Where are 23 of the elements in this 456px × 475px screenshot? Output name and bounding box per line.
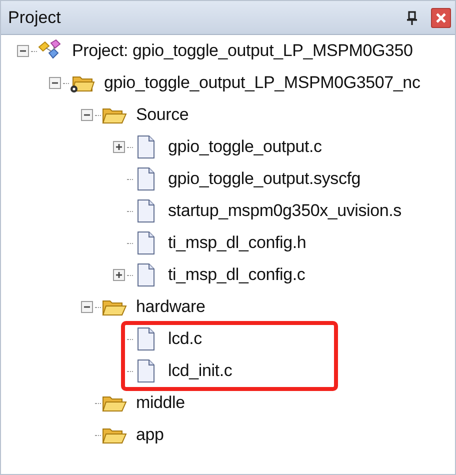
panel-title: Project xyxy=(8,8,62,28)
expand-icon[interactable] xyxy=(113,141,125,153)
tree-item-label[interactable]: startup_mspm0g350x_uvision.s xyxy=(168,201,402,221)
tree-item-label[interactable]: gpio_toggle_output.c xyxy=(168,137,322,157)
tree-item-label[interactable]: hardware xyxy=(136,297,206,317)
tree-item-label[interactable]: lcd.c xyxy=(168,329,202,349)
tree-item-label[interactable]: gpio_toggle_output_LP_MSPM0G3507_nc xyxy=(104,73,420,93)
tree-item-label[interactable]: Project: gpio_toggle_output_LP_MSPM0G350 xyxy=(72,41,413,61)
collapse-icon[interactable] xyxy=(17,45,29,57)
collapse-icon[interactable] xyxy=(81,301,93,313)
tree-item-label[interactable]: lcd_init.c xyxy=(168,361,232,381)
pin-icon[interactable] xyxy=(407,10,417,24)
tree-item-label[interactable]: Source xyxy=(136,105,189,125)
tree-item-label[interactable]: app xyxy=(136,425,164,445)
collapse-icon[interactable] xyxy=(49,77,61,89)
tree-item-label[interactable]: middle xyxy=(136,393,185,413)
expand-icon[interactable] xyxy=(113,269,125,281)
tree-item-label[interactable]: gpio_toggle_output.syscfg xyxy=(168,169,361,189)
collapse-icon[interactable] xyxy=(81,109,93,121)
tree-item-label[interactable]: ti_msp_dl_config.c xyxy=(168,265,306,285)
close-icon xyxy=(436,12,446,22)
close-button[interactable] xyxy=(431,8,451,28)
tree-item-label[interactable]: ti_msp_dl_config.h xyxy=(168,233,306,253)
